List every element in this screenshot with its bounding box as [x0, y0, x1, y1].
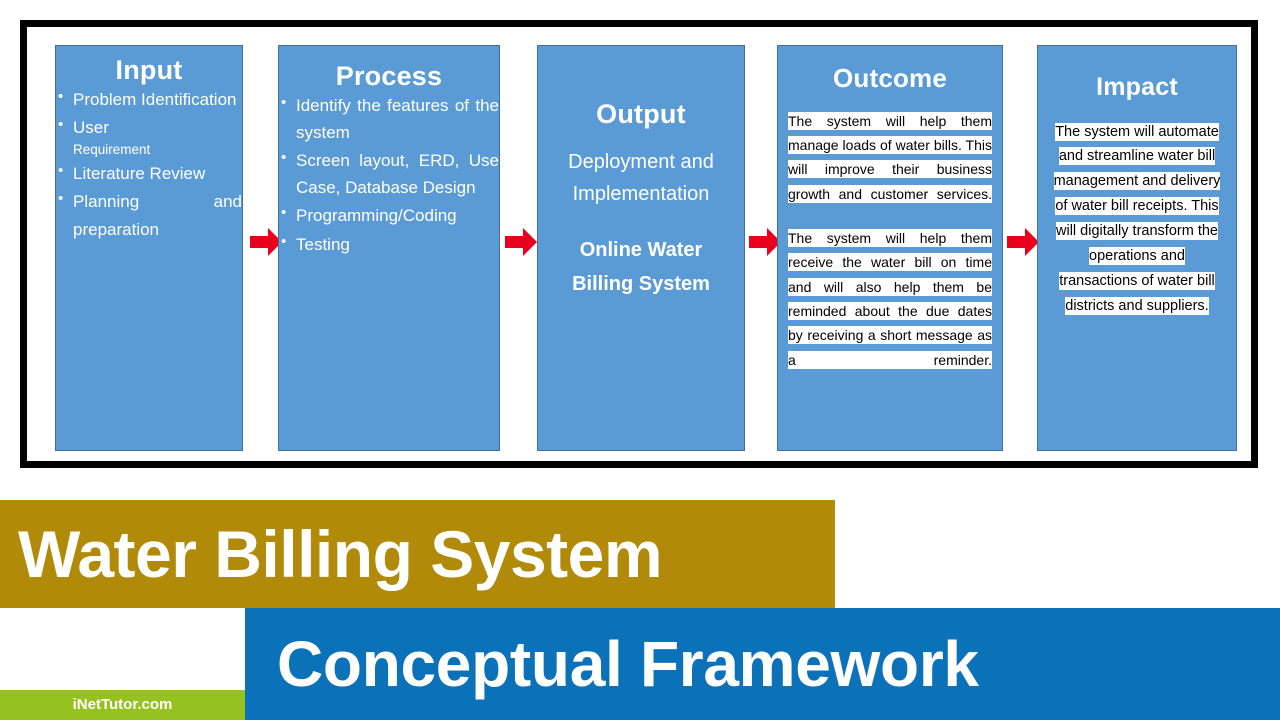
bullet-text: Screen layout, ERD, Use Case, Database D…	[296, 151, 499, 198]
page-title: Water Billing System	[18, 517, 663, 591]
list-item: User Requirement	[56, 113, 242, 158]
highlighted-text: The system will help them receive the wa…	[788, 229, 992, 369]
outcome-paragraph-1: The system will help them manage loads o…	[788, 109, 992, 206]
list-item: Planning and preparation	[56, 187, 242, 243]
impact-paragraph: The system will automate and streamline …	[1048, 120, 1226, 320]
diagram-column-impact: Impact The system will automate and stre…	[1037, 45, 1237, 451]
column-title-input: Input	[115, 55, 183, 85]
diagram-column-process: Process Identify the features of the sys…	[278, 45, 500, 451]
outcome-paragraph-2: The system will help them receive the wa…	[788, 226, 992, 372]
bullet-text: Problem Identification	[73, 89, 237, 109]
arrow-right-icon	[1006, 227, 1040, 257]
diagram-column-output: Output Deployment and Implementation Onl…	[537, 45, 745, 451]
diagram-column-outcome: Outcome The system will help them manage…	[777, 45, 1003, 451]
bullet-text: Testing	[296, 234, 350, 254]
column-title-output: Output	[596, 99, 686, 129]
bullet-text: Identify the features of the system	[296, 95, 499, 142]
list-item: Testing	[279, 230, 499, 258]
gold-title-banner: Water Billing System	[0, 500, 835, 608]
bullet-text: User	[73, 118, 109, 138]
output-paragraph: Deployment and Implementation	[568, 150, 714, 206]
arrow-right-icon	[504, 227, 538, 257]
bullet-subtext: Requirement	[73, 141, 151, 157]
process-bullet-list: Identify the features of the system Scre…	[279, 91, 499, 258]
column-title-process: Process	[335, 61, 443, 91]
diagram-columns: Input Problem Identification User Requir…	[27, 27, 1251, 461]
output-system-name: Online Water Billing System	[572, 239, 710, 296]
column-title-outcome: Outcome	[832, 63, 948, 93]
conceptual-framework-diagram: Input Problem Identification User Requir…	[20, 20, 1258, 468]
bullet-text: Programming/Coding	[296, 206, 457, 226]
brand-label: iNetTutor.com	[72, 696, 173, 713]
highlighted-text: The system will automate and streamline …	[1053, 122, 1221, 316]
highlighted-text: The system will help them manage loads o…	[788, 111, 992, 203]
bullet-text: Literature Review	[73, 163, 206, 183]
column-title-impact: Impact	[1096, 73, 1178, 101]
list-item: Literature Review	[56, 159, 242, 188]
bullet-text: Planning and preparation	[73, 192, 242, 239]
brand-bar: iNetTutor.com	[0, 690, 245, 720]
list-item: Screen layout, ERD, Use Case, Database D…	[279, 146, 499, 201]
list-item: Problem Identification	[56, 85, 242, 114]
input-bullet-list: Problem Identification User Requirement …	[56, 85, 242, 244]
blue-subtitle-banner: Conceptual Framework	[245, 608, 1280, 720]
list-item: Programming/Coding	[279, 201, 499, 229]
page-subtitle: Conceptual Framework	[277, 628, 979, 700]
list-item: Identify the features of the system	[279, 91, 499, 146]
diagram-column-input: Input Problem Identification User Requir…	[55, 45, 243, 451]
